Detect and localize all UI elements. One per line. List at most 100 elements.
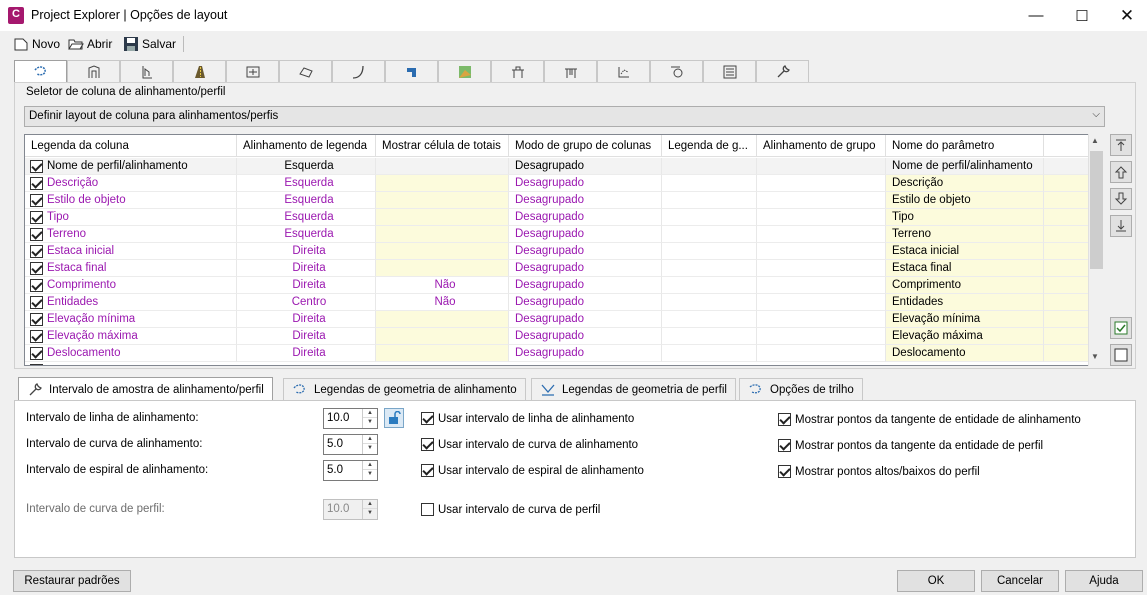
table-cell[interactable]: Direita: [237, 277, 376, 294]
table-cell[interactable]: Tipo: [25, 209, 237, 226]
spin-up-icon[interactable]: ▲: [363, 435, 377, 444]
tab-rail-options[interactable]: Opções de trilho: [739, 378, 863, 400]
checkbox[interactable]: [421, 412, 434, 425]
table-row[interactable]: Terreno Esquerda Desagrupado Terreno: [25, 226, 1089, 243]
table-cell[interactable]: Desagrupado: [509, 294, 662, 311]
table-cell[interactable]: [1044, 328, 1089, 345]
spin-down-icon[interactable]: ▼: [363, 509, 377, 518]
table-cell[interactable]: [757, 243, 886, 260]
tab-profile-view[interactable]: [597, 60, 650, 82]
table-cell[interactable]: Esquerda: [237, 192, 376, 209]
scroll-down-icon[interactable]: ▼: [1091, 352, 1099, 361]
table-row[interactable]: Deslocamento Direita Desagrupado Deslocamen…: [25, 345, 1089, 362]
use-profile-curve-interval-checkbox[interactable]: Usar intervalo de curva de perfil: [421, 503, 600, 516]
table-cell[interactable]: Desagrupado: [509, 243, 662, 260]
table-cell[interactable]: Centro: [237, 294, 376, 311]
column-header[interactable]: Mostrar célula de totais: [376, 135, 509, 157]
table-cell[interactable]: Esquerda: [237, 226, 376, 243]
table-row[interactable]: Entidades Centro Não Desagrupado Entidades: [25, 294, 1089, 311]
row-visible-checkbox[interactable]: [30, 262, 43, 275]
table-cell[interactable]: [662, 294, 757, 311]
lock-button[interactable]: [384, 408, 404, 428]
save-button[interactable]: Salvar: [123, 35, 176, 53]
tab-sample-line[interactable]: [650, 60, 703, 82]
checkbox[interactable]: [778, 465, 791, 478]
table-cell[interactable]: [376, 328, 509, 345]
table-cell[interactable]: Desagrupado: [509, 226, 662, 243]
new-button[interactable]: Novo: [13, 35, 60, 53]
tab-structure-alt[interactable]: [544, 60, 597, 82]
table-row[interactable]: Estaca final Direita Desagrupado Estaca fin…: [25, 260, 1089, 277]
table-cell[interactable]: Esquerda: [237, 209, 376, 226]
show-high-low-checkbox[interactable]: Mostrar pontos altos/baixos do perfil: [778, 465, 980, 478]
column-header[interactable]: Legenda de g...: [662, 135, 757, 157]
move-down-button[interactable]: [1110, 188, 1132, 210]
table-row[interactable]: Estaca inicial Direita Desagrupado Estaca i…: [25, 243, 1089, 260]
table-cell[interactable]: [662, 311, 757, 328]
table-cell[interactable]: [1044, 192, 1089, 209]
table-cell[interactable]: Desagrupado: [509, 328, 662, 345]
table-cell[interactable]: Elevação máxima: [25, 328, 237, 345]
table-cell[interactable]: [376, 226, 509, 243]
table-row[interactable]: Nome de perfil/alinhamento Esquerda Desagr…: [25, 158, 1089, 175]
checkbox[interactable]: [778, 413, 791, 426]
maximize-icon[interactable]: ☐: [1059, 0, 1105, 31]
table-cell[interactable]: [376, 345, 509, 362]
table-cell[interactable]: [757, 158, 886, 175]
table-cell[interactable]: Desagrupado: [509, 192, 662, 209]
row-visible-checkbox[interactable]: [30, 194, 43, 207]
spin-down-icon[interactable]: ▼: [363, 418, 377, 427]
profile-curve-interval-stepper[interactable]: 10.0 ▲ ▼: [323, 499, 378, 520]
table-cell[interactable]: Desagrupado: [509, 175, 662, 192]
table-row[interactable]: Tipo Esquerda Desagrupado Tipo: [25, 209, 1089, 226]
tab-sample-interval[interactable]: Intervalo de amostra de alinhamento/perf…: [18, 377, 273, 401]
table-cell[interactable]: Deslocamento: [886, 345, 1044, 362]
table-cell[interactable]: Terreno: [886, 226, 1044, 243]
table-cell[interactable]: Estilo de objeto: [886, 192, 1044, 209]
spin-down-icon[interactable]: ▼: [363, 470, 377, 479]
table-cell[interactable]: Descrição: [25, 175, 237, 192]
table-cell[interactable]: [662, 345, 757, 362]
row-visible-checkbox[interactable]: [30, 228, 43, 241]
tab-list[interactable]: [703, 60, 756, 82]
help-button[interactable]: Ajuda: [1065, 570, 1143, 592]
checkbox[interactable]: [421, 464, 434, 477]
tab-alignment-geometry-labels[interactable]: Legendas de geometria de alinhamento: [283, 378, 526, 400]
table-cell[interactable]: Esquerda: [237, 158, 376, 175]
show-profile-tangent-checkbox[interactable]: Mostrar pontos da tangente da entidade d…: [778, 439, 1043, 452]
move-bottom-button[interactable]: [1110, 215, 1132, 237]
table-cell[interactable]: [662, 158, 757, 175]
move-top-button[interactable]: [1110, 134, 1132, 156]
tab-profile[interactable]: [120, 60, 173, 82]
table-cell[interactable]: [1044, 226, 1089, 243]
tab-alignment[interactable]: [14, 60, 67, 83]
row-visible-checkbox[interactable]: [30, 160, 43, 173]
row-visible-checkbox[interactable]: [30, 296, 43, 309]
table-cell[interactable]: [376, 260, 509, 277]
table-cell[interactable]: Estilo de objeto: [25, 192, 237, 209]
restore-defaults-button[interactable]: Restaurar padrões: [13, 570, 131, 592]
spiral-interval-stepper[interactable]: 5.0 ▲ ▼: [323, 460, 378, 481]
table-cell[interactable]: Estaca final: [25, 260, 237, 277]
curve-interval-stepper[interactable]: 5.0 ▲ ▼: [323, 434, 378, 455]
table-cell[interactable]: [1044, 158, 1089, 175]
row-visible-checkbox[interactable]: [30, 347, 43, 360]
table-cell[interactable]: Tipo: [886, 209, 1044, 226]
table-cell[interactable]: Direita: [237, 345, 376, 362]
table-cell[interactable]: [1044, 311, 1089, 328]
table-cell[interactable]: [1044, 260, 1089, 277]
table-cell[interactable]: Desagrupado: [509, 345, 662, 362]
tab-structure[interactable]: [491, 60, 544, 82]
table-cell[interactable]: Desagrupado: [509, 209, 662, 226]
move-up-button[interactable]: [1110, 161, 1132, 183]
table-cell[interactable]: Deslocamento: [25, 345, 237, 362]
tab-road[interactable]: [173, 60, 226, 82]
table-cell[interactable]: Nome de perfil/alinhamento: [25, 158, 237, 175]
table-cell[interactable]: [757, 294, 886, 311]
column-header[interactable]: Nome do parâmetro: [886, 135, 1044, 157]
table-cell[interactable]: Entidades: [886, 294, 1044, 311]
row-visible-checkbox[interactable]: [30, 279, 43, 292]
close-icon[interactable]: ✕: [1104, 0, 1147, 31]
row-visible-checkbox[interactable]: [30, 313, 43, 326]
tab-surface[interactable]: [279, 60, 332, 82]
